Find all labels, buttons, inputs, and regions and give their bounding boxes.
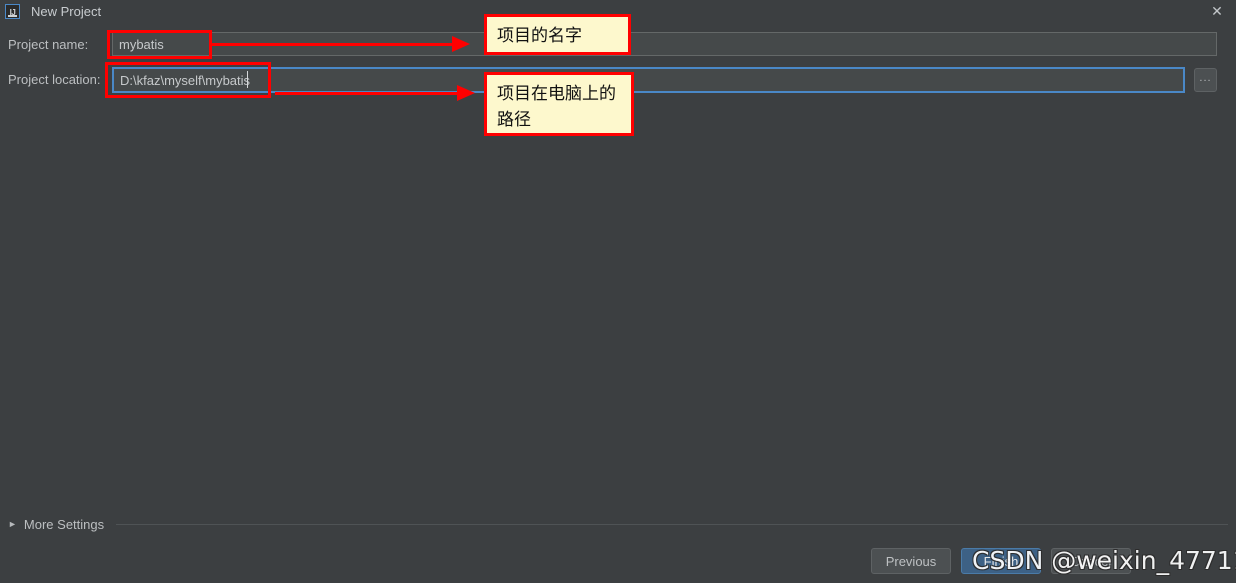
annotation-note-project-name: 项目的名字 <box>484 14 631 55</box>
intellij-idea-icon: IJ <box>5 3 20 19</box>
chevron-right-icon: ► <box>8 519 17 529</box>
section-separator <box>116 523 1228 525</box>
annotation-highlight-project-location <box>105 62 271 98</box>
more-settings-label: More Settings <box>23 516 105 532</box>
project-location-label: Project location: <box>8 72 101 87</box>
annotation-arrow-head-location <box>457 85 475 101</box>
project-name-label: Project name: <box>8 37 89 52</box>
more-settings-section[interactable]: ► More Settings <box>8 515 1228 533</box>
project-location-input[interactable] <box>112 67 1185 93</box>
window-title: New Project <box>31 3 102 19</box>
annotation-arrow-line-name <box>212 43 455 46</box>
annotation-note-project-location: 项目在电脑上的路径 <box>484 72 634 136</box>
annotation-arrow-head-name <box>452 36 470 52</box>
browse-folder-button[interactable]: ... <box>1194 68 1217 92</box>
csdn-watermark: CSDN @weixin_47711925 <box>972 546 1236 575</box>
annotation-highlight-project-name <box>107 30 212 59</box>
annotation-arrow-line-location <box>275 92 460 95</box>
previous-button[interactable]: Previous <box>871 548 951 574</box>
close-icon[interactable]: ✕ <box>1198 0 1236 22</box>
